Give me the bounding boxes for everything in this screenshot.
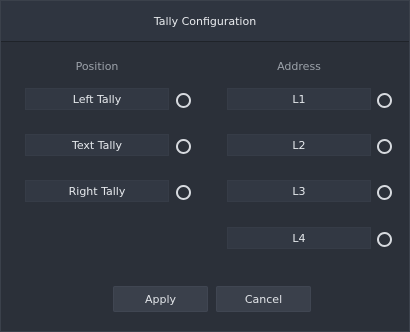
l3-radio[interactable] (377, 185, 392, 200)
tally-configuration-dialog: Tally Configuration Position Address Lef… (0, 0, 410, 332)
address-field-l2: L2 (227, 134, 371, 156)
right-tally-radio[interactable] (176, 185, 191, 200)
cancel-button[interactable]: Cancel (216, 286, 311, 312)
text-tally-radio[interactable] (176, 139, 191, 154)
address-field-l3: L3 (227, 180, 371, 202)
dialog-title: Tally Configuration (1, 1, 409, 42)
position-field-left-tally: Left Tally (25, 88, 169, 110)
position-field-text-tally: Text Tally (25, 134, 169, 156)
l2-radio[interactable] (377, 139, 392, 154)
address-field-l1: L1 (227, 88, 371, 110)
apply-button[interactable]: Apply (113, 286, 208, 312)
position-column-header: Position (75, 60, 119, 73)
l1-radio[interactable] (377, 93, 392, 108)
l4-radio[interactable] (377, 232, 392, 247)
address-column-header: Address (277, 60, 321, 73)
address-field-l4: L4 (227, 227, 371, 249)
left-tally-radio[interactable] (176, 93, 191, 108)
position-field-right-tally: Right Tally (25, 180, 169, 202)
